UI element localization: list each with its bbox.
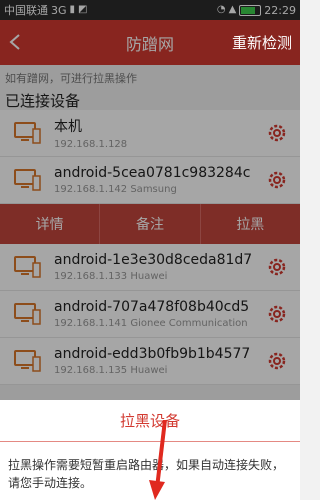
block-device-dialog: 拉黑设备 拉黑操作需要短暂重启路由器，如果自动连接失败，请您手动连接。 — [0, 400, 300, 500]
dialog-message: 拉黑操作需要短暂重启路由器，如果自动连接失败，请您手动连接。 — [8, 458, 285, 490]
dialog-title: 拉黑设备 — [119, 412, 180, 430]
dialog-divider — [0, 441, 300, 442]
redetect-button[interactable]: 重新检测 — [232, 32, 292, 53]
